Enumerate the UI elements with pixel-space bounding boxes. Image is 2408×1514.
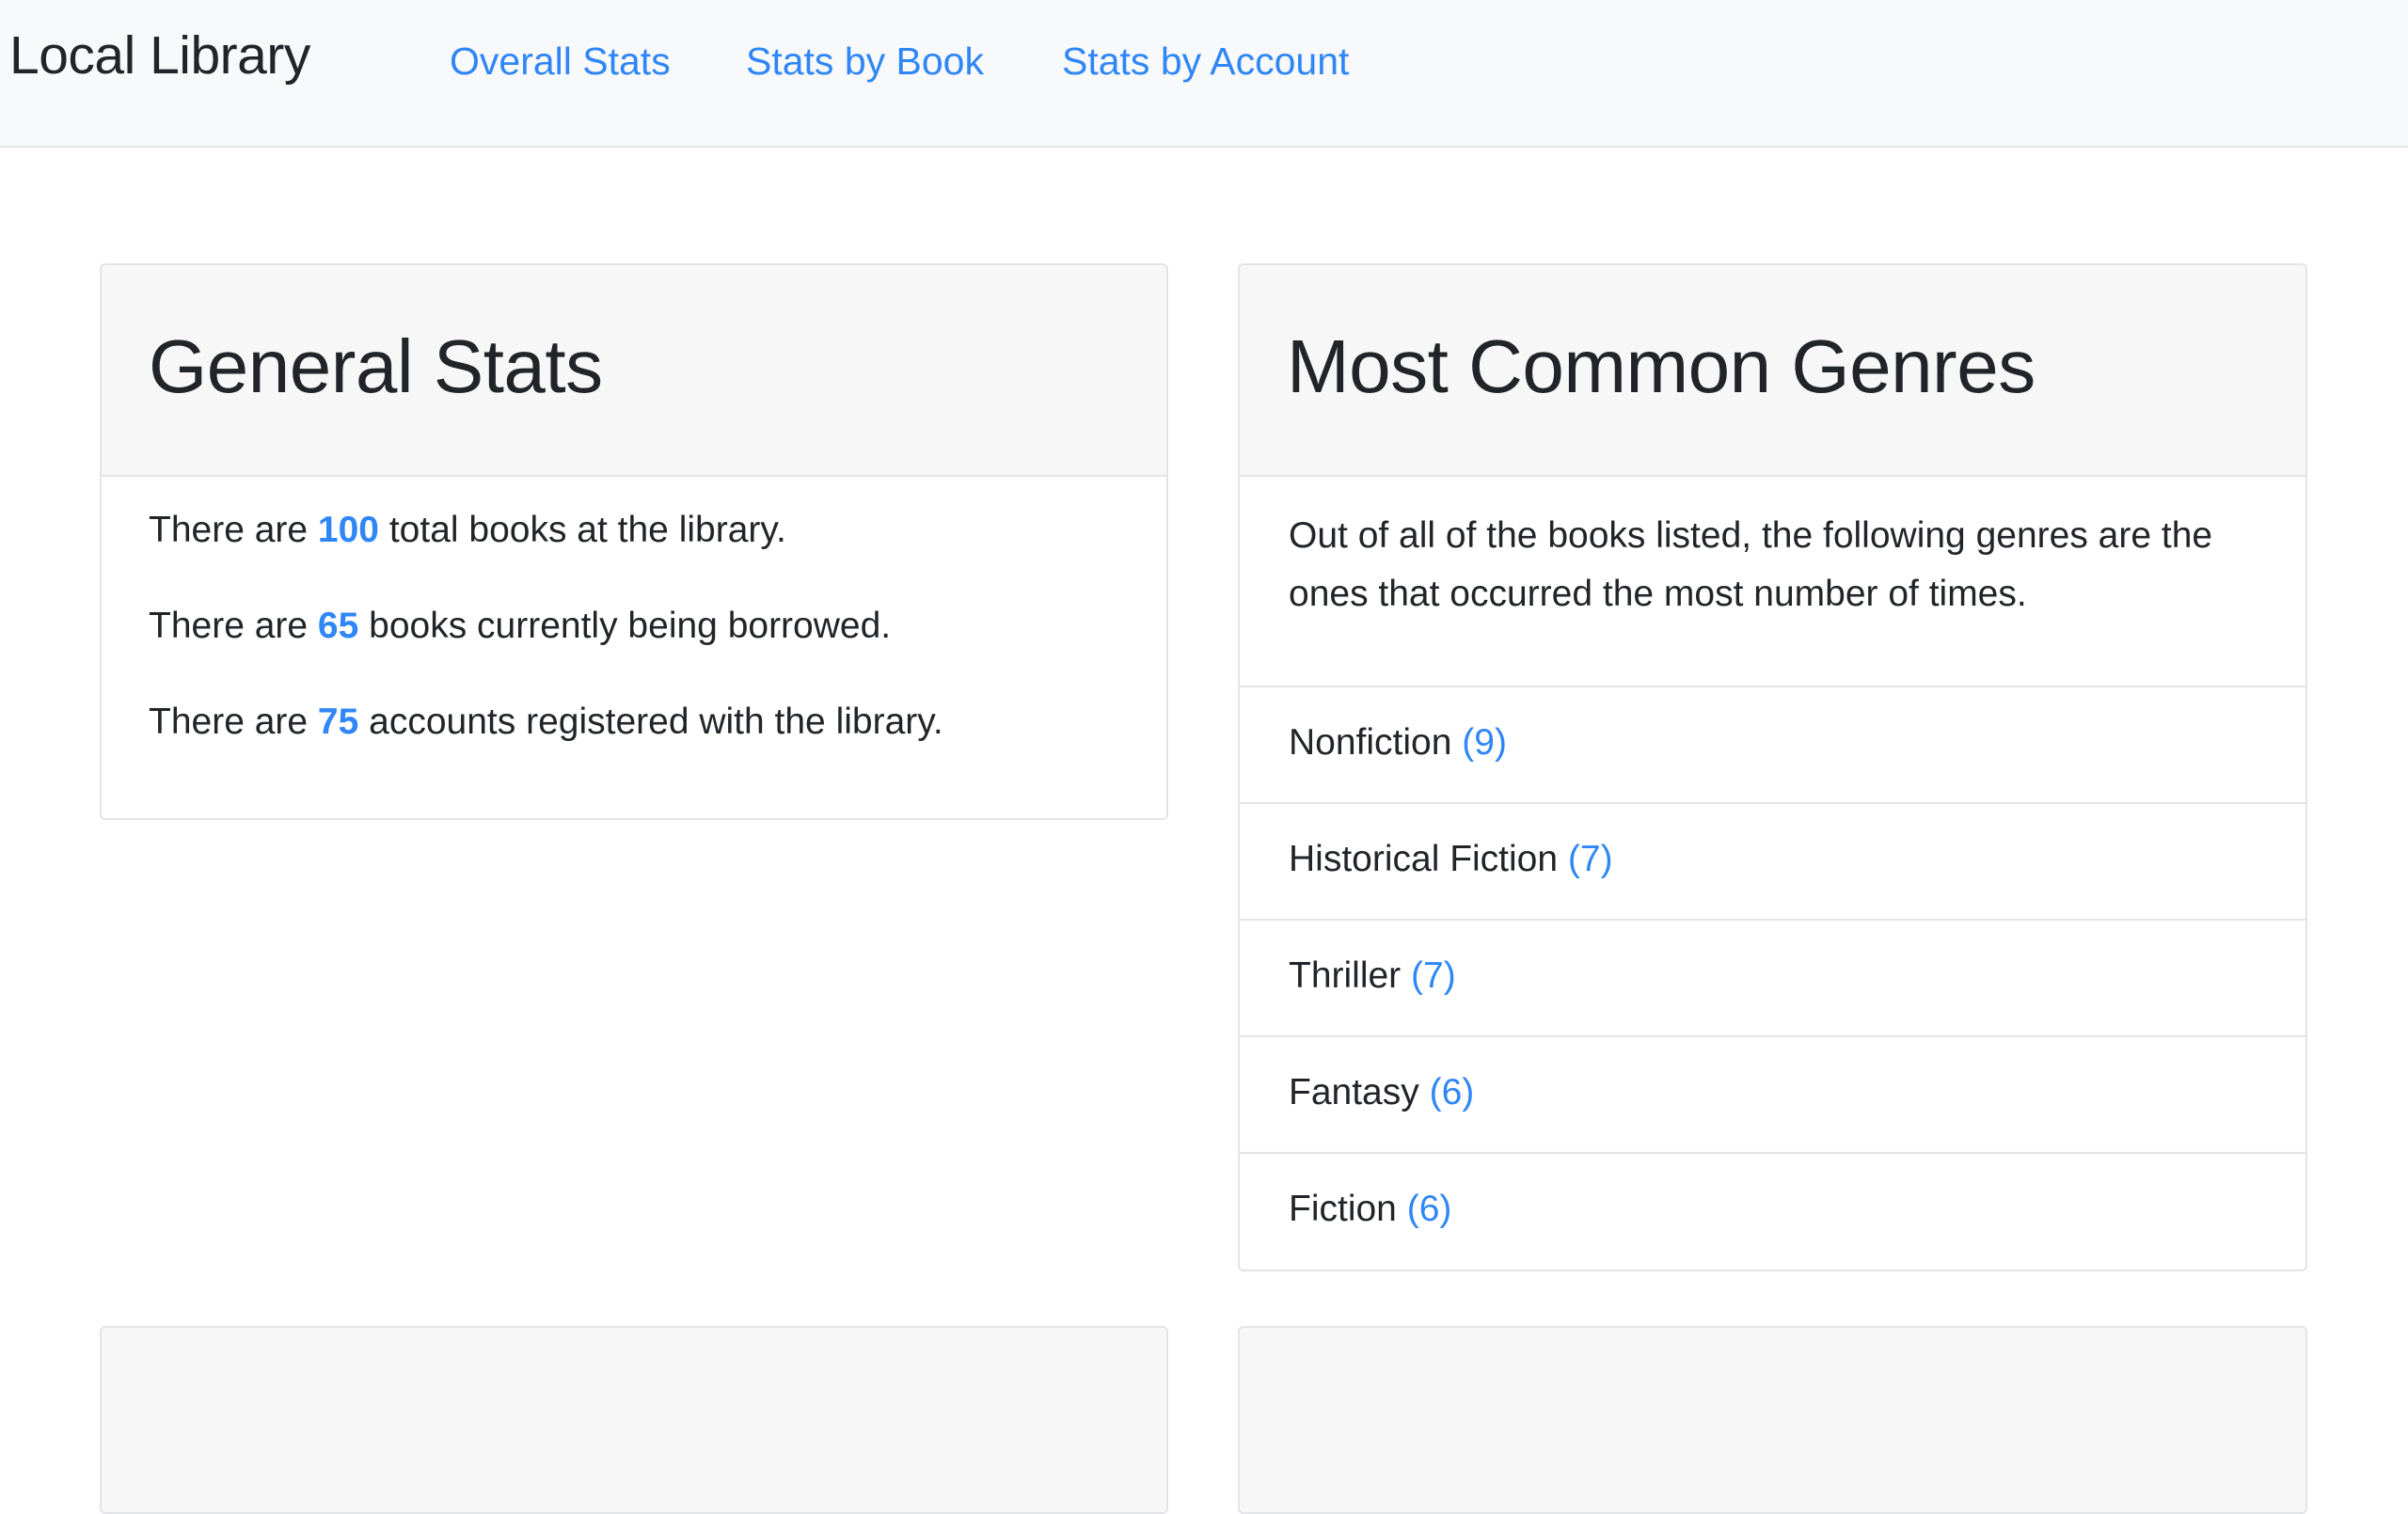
general-stats-title: General Stats xyxy=(149,324,603,408)
stat-prefix: There are xyxy=(149,510,318,550)
accounts-stat: There are 75 accounts registered with th… xyxy=(149,699,943,746)
stat-suffix: accounts registered with the library. xyxy=(358,702,943,742)
genre-list: Nonfiction (9) Historical Fiction (7) Th… xyxy=(1240,686,2305,1269)
genre-count: (7) xyxy=(1567,839,1613,879)
genre-count: (6) xyxy=(1406,1189,1452,1229)
genres-intro-text: Out of all of the books listed, the foll… xyxy=(1289,515,2213,614)
nav-stats-by-book-link[interactable]: Stats by Book xyxy=(746,36,984,87)
bottom-left-card xyxy=(100,1326,1168,1514)
genre-list-item[interactable]: Nonfiction (9) xyxy=(1240,686,2305,802)
accounts-value: 75 xyxy=(317,702,359,742)
genres-title: Most Common Genres xyxy=(1287,324,2036,408)
genre-name: Fiction xyxy=(1289,1189,1397,1229)
genre-name: Historical Fiction xyxy=(1289,839,1559,879)
stat-prefix: There are xyxy=(149,702,318,742)
genre-name: Thriller xyxy=(1289,955,1402,996)
stat-suffix: books currently being borrowed. xyxy=(358,606,892,646)
genre-list-item[interactable]: Thriller (7) xyxy=(1240,919,2305,1035)
genre-list-item[interactable]: Fantasy (6) xyxy=(1240,1035,2305,1152)
genre-count: (7) xyxy=(1411,955,1456,996)
genre-name: Nonfiction xyxy=(1289,722,1452,763)
general-stats-card: General Stats There are 100 total books … xyxy=(100,263,1168,820)
genre-count: (6) xyxy=(1429,1072,1475,1112)
genre-list-item[interactable]: Historical Fiction (7) xyxy=(1240,802,2305,919)
borrowed-books-value: 65 xyxy=(317,606,359,646)
genres-card: Most Common Genres Out of all of the boo… xyxy=(1238,263,2307,1271)
general-stats-header: General Stats xyxy=(102,265,1166,477)
brand-link[interactable]: Local Library xyxy=(9,23,310,88)
nav-overall-stats-link[interactable]: Overall Stats xyxy=(450,36,671,87)
bottom-right-card xyxy=(1238,1326,2307,1514)
genre-name: Fantasy xyxy=(1289,1072,1419,1112)
genre-count: (9) xyxy=(1462,722,1507,763)
nav-stats-by-account-link[interactable]: Stats by Account xyxy=(1062,36,1349,87)
stat-prefix: There are xyxy=(149,606,318,646)
total-books-stat: There are 100 total books at the library… xyxy=(149,507,786,554)
navbar: Local Library Overall Stats Stats by Boo… xyxy=(0,0,2408,148)
genre-list-item[interactable]: Fiction (6) xyxy=(1240,1152,2305,1269)
borrowed-books-stat: There are 65 books currently being borro… xyxy=(149,603,891,650)
stat-suffix: total books at the library. xyxy=(379,510,786,550)
genres-header: Most Common Genres xyxy=(1240,265,2305,477)
total-books-value: 100 xyxy=(317,510,379,550)
